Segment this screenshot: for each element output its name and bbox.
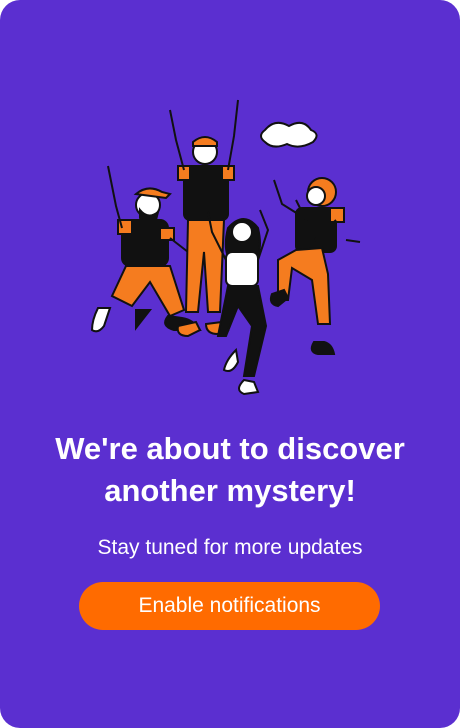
dancing-people-illustration (90, 99, 361, 396)
empty-state-card: We're about to discover another mystery!… (0, 0, 460, 728)
person-right (269, 177, 361, 355)
enable-notifications-button[interactable]: Enable notifications (79, 582, 380, 630)
headline: We're about to discover another mystery! (55, 431, 405, 508)
subtitle: Stay tuned for more updates (97, 536, 363, 559)
